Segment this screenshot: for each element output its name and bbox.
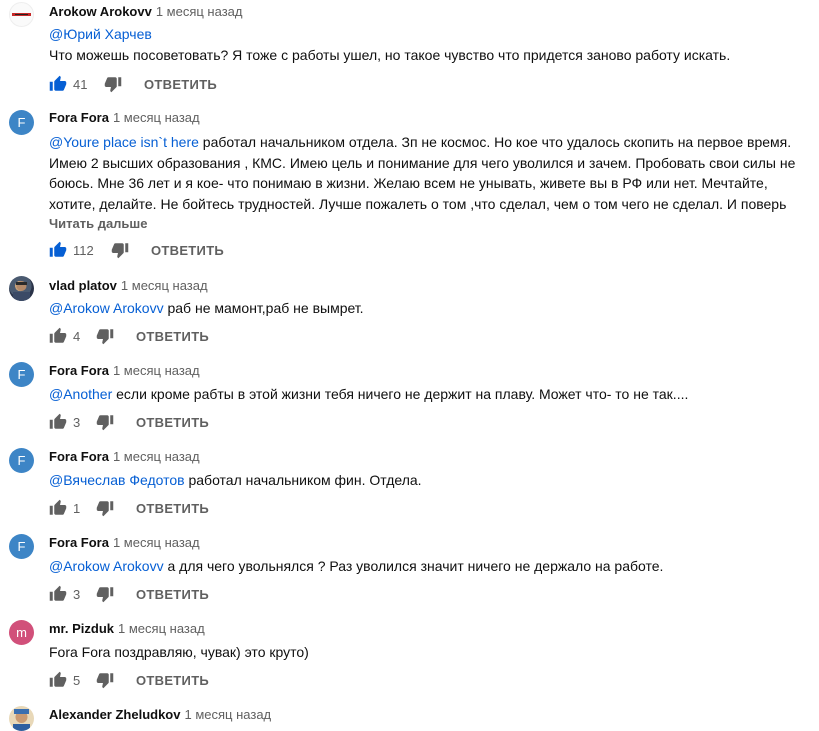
like-button[interactable] xyxy=(49,241,67,259)
comment-timestamp[interactable]: 1 месяц назад xyxy=(113,110,200,125)
like-button[interactable] xyxy=(49,585,67,603)
thumbs-down-icon xyxy=(96,329,114,345)
avatar[interactable] xyxy=(9,2,34,27)
like-count: 3 xyxy=(73,415,81,430)
mention-link[interactable]: @Arokow Arokovv xyxy=(49,300,164,316)
comment-text: @Вячеслав Федотов работал начальником фи… xyxy=(49,470,804,491)
like-button[interactable] xyxy=(49,499,67,517)
dislike-button[interactable] xyxy=(111,241,129,259)
thumbs-up-icon xyxy=(49,413,67,429)
comment-author[interactable]: Alexander Zheludkov xyxy=(49,707,180,722)
thumbs-down-icon xyxy=(111,243,129,259)
mention-link[interactable]: @Вячеслав Федотов xyxy=(49,472,185,488)
comment-timestamp[interactable]: 1 месяц назад xyxy=(113,363,200,378)
mention-link[interactable]: @Arokow Arokovv xyxy=(49,558,164,574)
comment-author[interactable]: Arokow Arokovv xyxy=(49,4,152,19)
comment-timestamp[interactable]: 1 месяц назад xyxy=(184,707,271,722)
comment-text: Fora Fora поздравляю, чувак) это круто) xyxy=(49,642,804,663)
comment-text: @Youre place isn`t here работал начальни… xyxy=(49,132,804,214)
dislike-button[interactable] xyxy=(96,413,114,431)
thumbs-down-icon xyxy=(96,673,114,689)
avatar-letter: m xyxy=(16,625,27,640)
like-count: 3 xyxy=(73,587,81,602)
like-count: 112 xyxy=(73,243,94,258)
comment-author[interactable]: Fora Fora xyxy=(49,449,109,464)
like-button[interactable] xyxy=(49,413,67,431)
comment-text: @Arokow Arokovv а для чего увольнялся ? … xyxy=(49,556,804,577)
avatar-letter: F xyxy=(17,453,26,468)
reply-button[interactable]: ОТВЕТИТЬ xyxy=(151,243,224,258)
comment-timestamp[interactable]: 1 месяц назад xyxy=(113,449,200,464)
thumbs-down-icon xyxy=(96,415,114,431)
comment-body: работал начальником фин. Отдела. xyxy=(184,472,422,488)
thumbs-up-icon xyxy=(49,327,67,343)
reply-button[interactable]: ОТВЕТИТЬ xyxy=(144,77,217,92)
comment-timestamp[interactable]: 1 месяц назад xyxy=(118,621,205,636)
avatar[interactable] xyxy=(9,706,34,731)
read-more-link[interactable]: Читать дальше xyxy=(49,216,148,231)
dislike-button[interactable] xyxy=(96,585,114,603)
comment-author[interactable]: Fora Fora xyxy=(49,535,109,550)
user-photo-icon xyxy=(13,709,30,731)
mention-link[interactable]: @Youre place isn`t here xyxy=(49,134,199,150)
channel-logo-icon xyxy=(12,13,31,16)
like-count: 5 xyxy=(73,673,81,688)
reply-button[interactable]: ОТВЕТИТЬ xyxy=(136,587,209,602)
comment-text: Что можешь посоветовать? Я тоже с работы… xyxy=(49,45,804,66)
like-count: 1 xyxy=(73,501,81,516)
dislike-button[interactable] xyxy=(96,499,114,517)
comment-text: @Юрий Харчев xyxy=(49,24,804,45)
avatar[interactable]: F xyxy=(9,448,34,473)
reply-button[interactable]: ОТВЕТИТЬ xyxy=(136,501,209,516)
comment-body: раб не мамонт,раб не вымрет. xyxy=(163,300,364,316)
thumbs-up-icon xyxy=(49,671,67,687)
comment-author[interactable]: Fora Fora xyxy=(49,110,109,125)
avatar-letter: F xyxy=(17,115,26,130)
comment-text: @Arokow Arokovv раб не мамонт,раб не вым… xyxy=(49,298,804,319)
avatar[interactable] xyxy=(9,276,34,301)
dislike-button[interactable] xyxy=(96,327,114,345)
comment-timestamp[interactable]: 1 месяц назад xyxy=(113,535,200,550)
like-count: 41 xyxy=(73,77,88,92)
reply-button[interactable]: ОТВЕТИТЬ xyxy=(136,415,209,430)
comment-body: Fora Fora поздравляю, чувак) это круто) xyxy=(49,644,309,660)
thumbs-down-icon xyxy=(104,77,122,93)
avatar[interactable]: F xyxy=(9,362,34,387)
comment-body: если кроме рабты в этой жизни тебя ничег… xyxy=(112,386,689,402)
comment-body: а для чего увольнялся ? Раз уволился зна… xyxy=(163,558,664,574)
dislike-button[interactable] xyxy=(104,75,122,93)
like-button[interactable] xyxy=(49,327,67,345)
like-button[interactable] xyxy=(49,75,67,93)
avatar[interactable]: m xyxy=(9,620,34,645)
thumbs-down-icon xyxy=(96,501,114,517)
reply-button[interactable]: ОТВЕТИТЬ xyxy=(136,329,209,344)
like-count: 4 xyxy=(73,329,81,344)
comment-author[interactable]: mr. Pizduk xyxy=(49,621,114,636)
dislike-button[interactable] xyxy=(96,671,114,689)
avatar[interactable]: F xyxy=(9,110,34,135)
comment-timestamp[interactable]: 1 месяц назад xyxy=(121,278,208,293)
avatar-letter: F xyxy=(17,367,26,382)
comment-text: @Another если кроме рабты в этой жизни т… xyxy=(49,384,804,405)
comment-author[interactable]: Fora Fora xyxy=(49,363,109,378)
user-photo-icon xyxy=(13,281,30,301)
thumbs-up-icon xyxy=(49,241,67,257)
thumbs-up-icon xyxy=(49,75,67,91)
thumbs-up-icon xyxy=(49,585,67,601)
like-button[interactable] xyxy=(49,671,67,689)
mention-link[interactable]: @Юрий Харчев xyxy=(49,26,152,42)
thumbs-down-icon xyxy=(96,587,114,603)
thumbs-up-icon xyxy=(49,499,67,515)
avatar-letter: F xyxy=(17,539,26,554)
comment-author[interactable]: vlad platov xyxy=(49,278,117,293)
comment-body: Что можешь посоветовать? Я тоже с работы… xyxy=(49,47,731,63)
comment-timestamp[interactable]: 1 месяц назад xyxy=(156,4,243,19)
mention-link[interactable]: @Another xyxy=(49,386,112,402)
reply-button[interactable]: ОТВЕТИТЬ xyxy=(136,673,209,688)
avatar[interactable]: F xyxy=(9,534,34,559)
